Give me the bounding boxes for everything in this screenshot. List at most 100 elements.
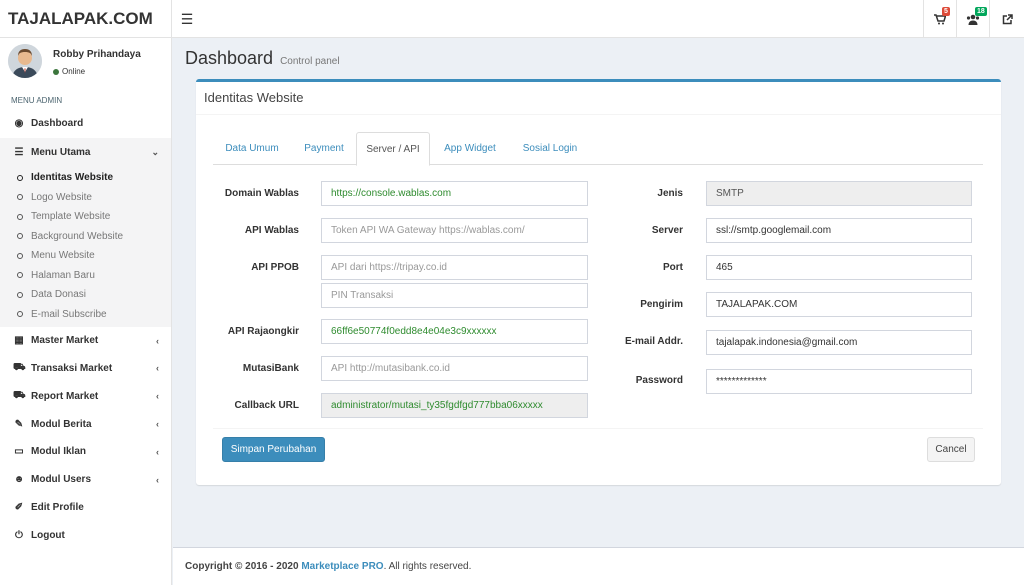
sidebar-item-edit-profile[interactable]: ✐ Edit Profile bbox=[0, 494, 171, 522]
submenu-item-label: Logo Website bbox=[31, 191, 92, 203]
copyright-text: Copyright © 2016 - 2020 bbox=[185, 561, 299, 572]
submenu-item-menu-website[interactable]: Menu Website bbox=[0, 246, 171, 266]
tab-server-api[interactable]: Server / API bbox=[356, 132, 430, 166]
sidebar-item-label: Transaksi Market bbox=[31, 362, 113, 374]
sidebar-item-label: Modul Users bbox=[31, 474, 92, 486]
settings-box: Identitas Website Data Umum Payment Serv… bbox=[196, 79, 1001, 485]
users-button[interactable]: 18 bbox=[956, 0, 989, 38]
tab-bar: Data Umum Payment Server / API App Widge… bbox=[213, 132, 983, 166]
pin-transaksi-input[interactable]: PIN Transaksi bbox=[321, 283, 588, 308]
hamburger-menu-icon[interactable]: ☰ bbox=[176, 8, 198, 30]
submenu-item-label: E-mail Subscribe bbox=[31, 308, 107, 320]
menu-section-header: MENU ADMIN bbox=[11, 96, 63, 105]
callback-url-label: Callback URL bbox=[234, 400, 299, 411]
sidebar-item-report-market[interactable]: ⛟ Report Market ‹ bbox=[0, 382, 171, 410]
mutasibank-input[interactable]: API http://mutasibank.co.id bbox=[321, 356, 588, 381]
api-wablas-input[interactable]: Token API WA Gateway https://wablas.com/ bbox=[321, 218, 588, 243]
site-logo[interactable]: TAJALAPAK.COM bbox=[0, 0, 172, 38]
online-dot-icon bbox=[53, 68, 59, 75]
edit-icon: ✐ bbox=[14, 501, 24, 513]
circle-icon bbox=[17, 252, 23, 259]
api-ppob-input[interactable]: API dari https://tripay.co.id bbox=[321, 255, 588, 280]
circle-icon bbox=[17, 291, 23, 298]
tab-app-widget[interactable]: App Widget bbox=[433, 132, 507, 165]
submenu-item-identitas-website[interactable]: Identitas Website bbox=[0, 168, 171, 188]
sidebar-item-label: Modul Iklan bbox=[31, 446, 86, 458]
submenu-menu-utama: Identitas Website Logo Website Template … bbox=[0, 167, 171, 327]
user-name: Robby Prihandaya bbox=[53, 49, 141, 60]
sidebar-item-modul-iklan[interactable]: ▭ Modul Iklan ‹ bbox=[0, 438, 171, 466]
dashboard-icon: ◉ bbox=[14, 118, 24, 130]
pencil-icon: ✎ bbox=[14, 418, 24, 430]
submenu-item-label: Halaman Baru bbox=[31, 269, 95, 281]
server-label: Server bbox=[651, 225, 683, 236]
top-header: TAJALAPAK.COM ☰ 5 18 bbox=[0, 0, 1024, 38]
brand-link[interactable]: Marketplace PRO bbox=[301, 561, 383, 572]
tab-data-umum[interactable]: Data Umum bbox=[213, 132, 291, 165]
pengirim-label: Pengirim bbox=[640, 299, 683, 310]
tab-payment[interactable]: Payment bbox=[291, 132, 357, 165]
api-wablas-label: API Wablas bbox=[244, 225, 299, 236]
external-link-button[interactable] bbox=[989, 0, 1024, 38]
cart-icon: ⛟ bbox=[13, 389, 26, 401]
chevron-left-icon: ‹ bbox=[156, 419, 159, 430]
password-input[interactable]: ************* bbox=[706, 369, 972, 394]
user-panel: Robby Prihandaya Online bbox=[0, 38, 171, 90]
submenu-item-template-website[interactable]: Template Website bbox=[0, 207, 171, 227]
cancel-button[interactable]: Cancel bbox=[927, 437, 975, 462]
submenu-item-halaman-baru[interactable]: Halaman Baru bbox=[0, 265, 171, 285]
sidebar-item-label: Logout bbox=[31, 529, 65, 541]
save-button[interactable]: Simpan Perubahan bbox=[222, 437, 325, 462]
sidebar-item-logout[interactable]: ⏻ Logout bbox=[0, 521, 171, 549]
password-label: Password bbox=[635, 375, 683, 386]
circle-icon bbox=[17, 311, 23, 318]
avatar bbox=[8, 44, 42, 78]
cart-button[interactable]: 5 bbox=[923, 0, 956, 38]
domain-wablas-label: Domain Wablas bbox=[224, 188, 299, 199]
circle-icon bbox=[17, 213, 23, 220]
users-badge: 18 bbox=[975, 7, 987, 16]
port-label: Port bbox=[663, 262, 683, 273]
port-input[interactable]: 465 bbox=[706, 255, 972, 280]
email-input[interactable]: tajalapak.indonesia@gmail.com bbox=[706, 330, 972, 355]
pengirim-input[interactable]: TAJALAPAK.COM bbox=[706, 292, 972, 317]
sidebar-item-label: Dashboard bbox=[31, 118, 84, 130]
sidebar-item-dashboard[interactable]: ◉ Dashboard bbox=[0, 110, 171, 138]
page-subtitle: Control panel bbox=[280, 56, 340, 67]
api-rajaongkir-input[interactable]: 66ff6e50774f0edd8e4e04e3c9xxxxxx bbox=[321, 319, 588, 344]
user-status: Online bbox=[53, 67, 85, 76]
circle-icon bbox=[17, 174, 23, 181]
chevron-left-icon: ‹ bbox=[156, 363, 159, 374]
sidebar-item-modul-users[interactable]: ☻ Modul Users ‹ bbox=[0, 466, 171, 494]
submenu-item-label: Background Website bbox=[31, 230, 124, 242]
server-input[interactable]: ssl://smtp.googlemail.com bbox=[706, 218, 972, 243]
tab-sosial-login[interactable]: Sosial Login bbox=[507, 132, 593, 165]
submenu-item-logo-website[interactable]: Logo Website bbox=[0, 187, 171, 207]
sidebar-item-label: Edit Profile bbox=[31, 501, 84, 513]
submenu-item-background-website[interactable]: Background Website bbox=[0, 226, 171, 246]
circle-icon bbox=[17, 272, 23, 279]
submenu-item-data-donasi[interactable]: Data Donasi bbox=[0, 285, 171, 305]
sidebar-item-transaksi-market[interactable]: ⛟ Transaksi Market ‹ bbox=[0, 355, 171, 383]
page-title: Dashboard Control panel bbox=[185, 48, 340, 69]
callback-url-input: administrator/mutasi_ty35fgdfgd777bba06x… bbox=[321, 393, 588, 418]
page-title-text: Dashboard bbox=[185, 48, 274, 68]
sidebar-item-label: Menu Utama bbox=[31, 147, 91, 159]
sidebar-item-menu-utama[interactable]: ☰ Menu Utama ⌄ bbox=[0, 137, 171, 168]
sidebar-item-modul-berita[interactable]: ✎ Modul Berita ‹ bbox=[0, 410, 171, 438]
submenu-item-email-subscribe[interactable]: E-mail Subscribe bbox=[0, 304, 171, 324]
sidebar-item-label: Modul Berita bbox=[31, 418, 92, 430]
user-status-text: Online bbox=[62, 67, 86, 76]
chevron-down-icon: ⌄ bbox=[151, 147, 159, 158]
list-icon: ☰ bbox=[14, 147, 24, 159]
cart-badge: 5 bbox=[942, 7, 950, 16]
sidebar: Robby Prihandaya Online MENU ADMIN ◉ Dash… bbox=[0, 38, 172, 585]
box-footer-divider bbox=[213, 428, 983, 429]
circle-icon bbox=[17, 233, 23, 240]
sidebar-item-master-market[interactable]: ▦ Master Market ‹ bbox=[0, 327, 171, 355]
share-icon bbox=[1002, 13, 1013, 24]
submenu-item-label: Menu Website bbox=[31, 250, 95, 262]
chevron-left-icon: ‹ bbox=[156, 335, 159, 346]
domain-wablas-input[interactable]: https://console.wablas.com bbox=[321, 181, 588, 206]
chevron-left-icon: ‹ bbox=[156, 446, 159, 457]
